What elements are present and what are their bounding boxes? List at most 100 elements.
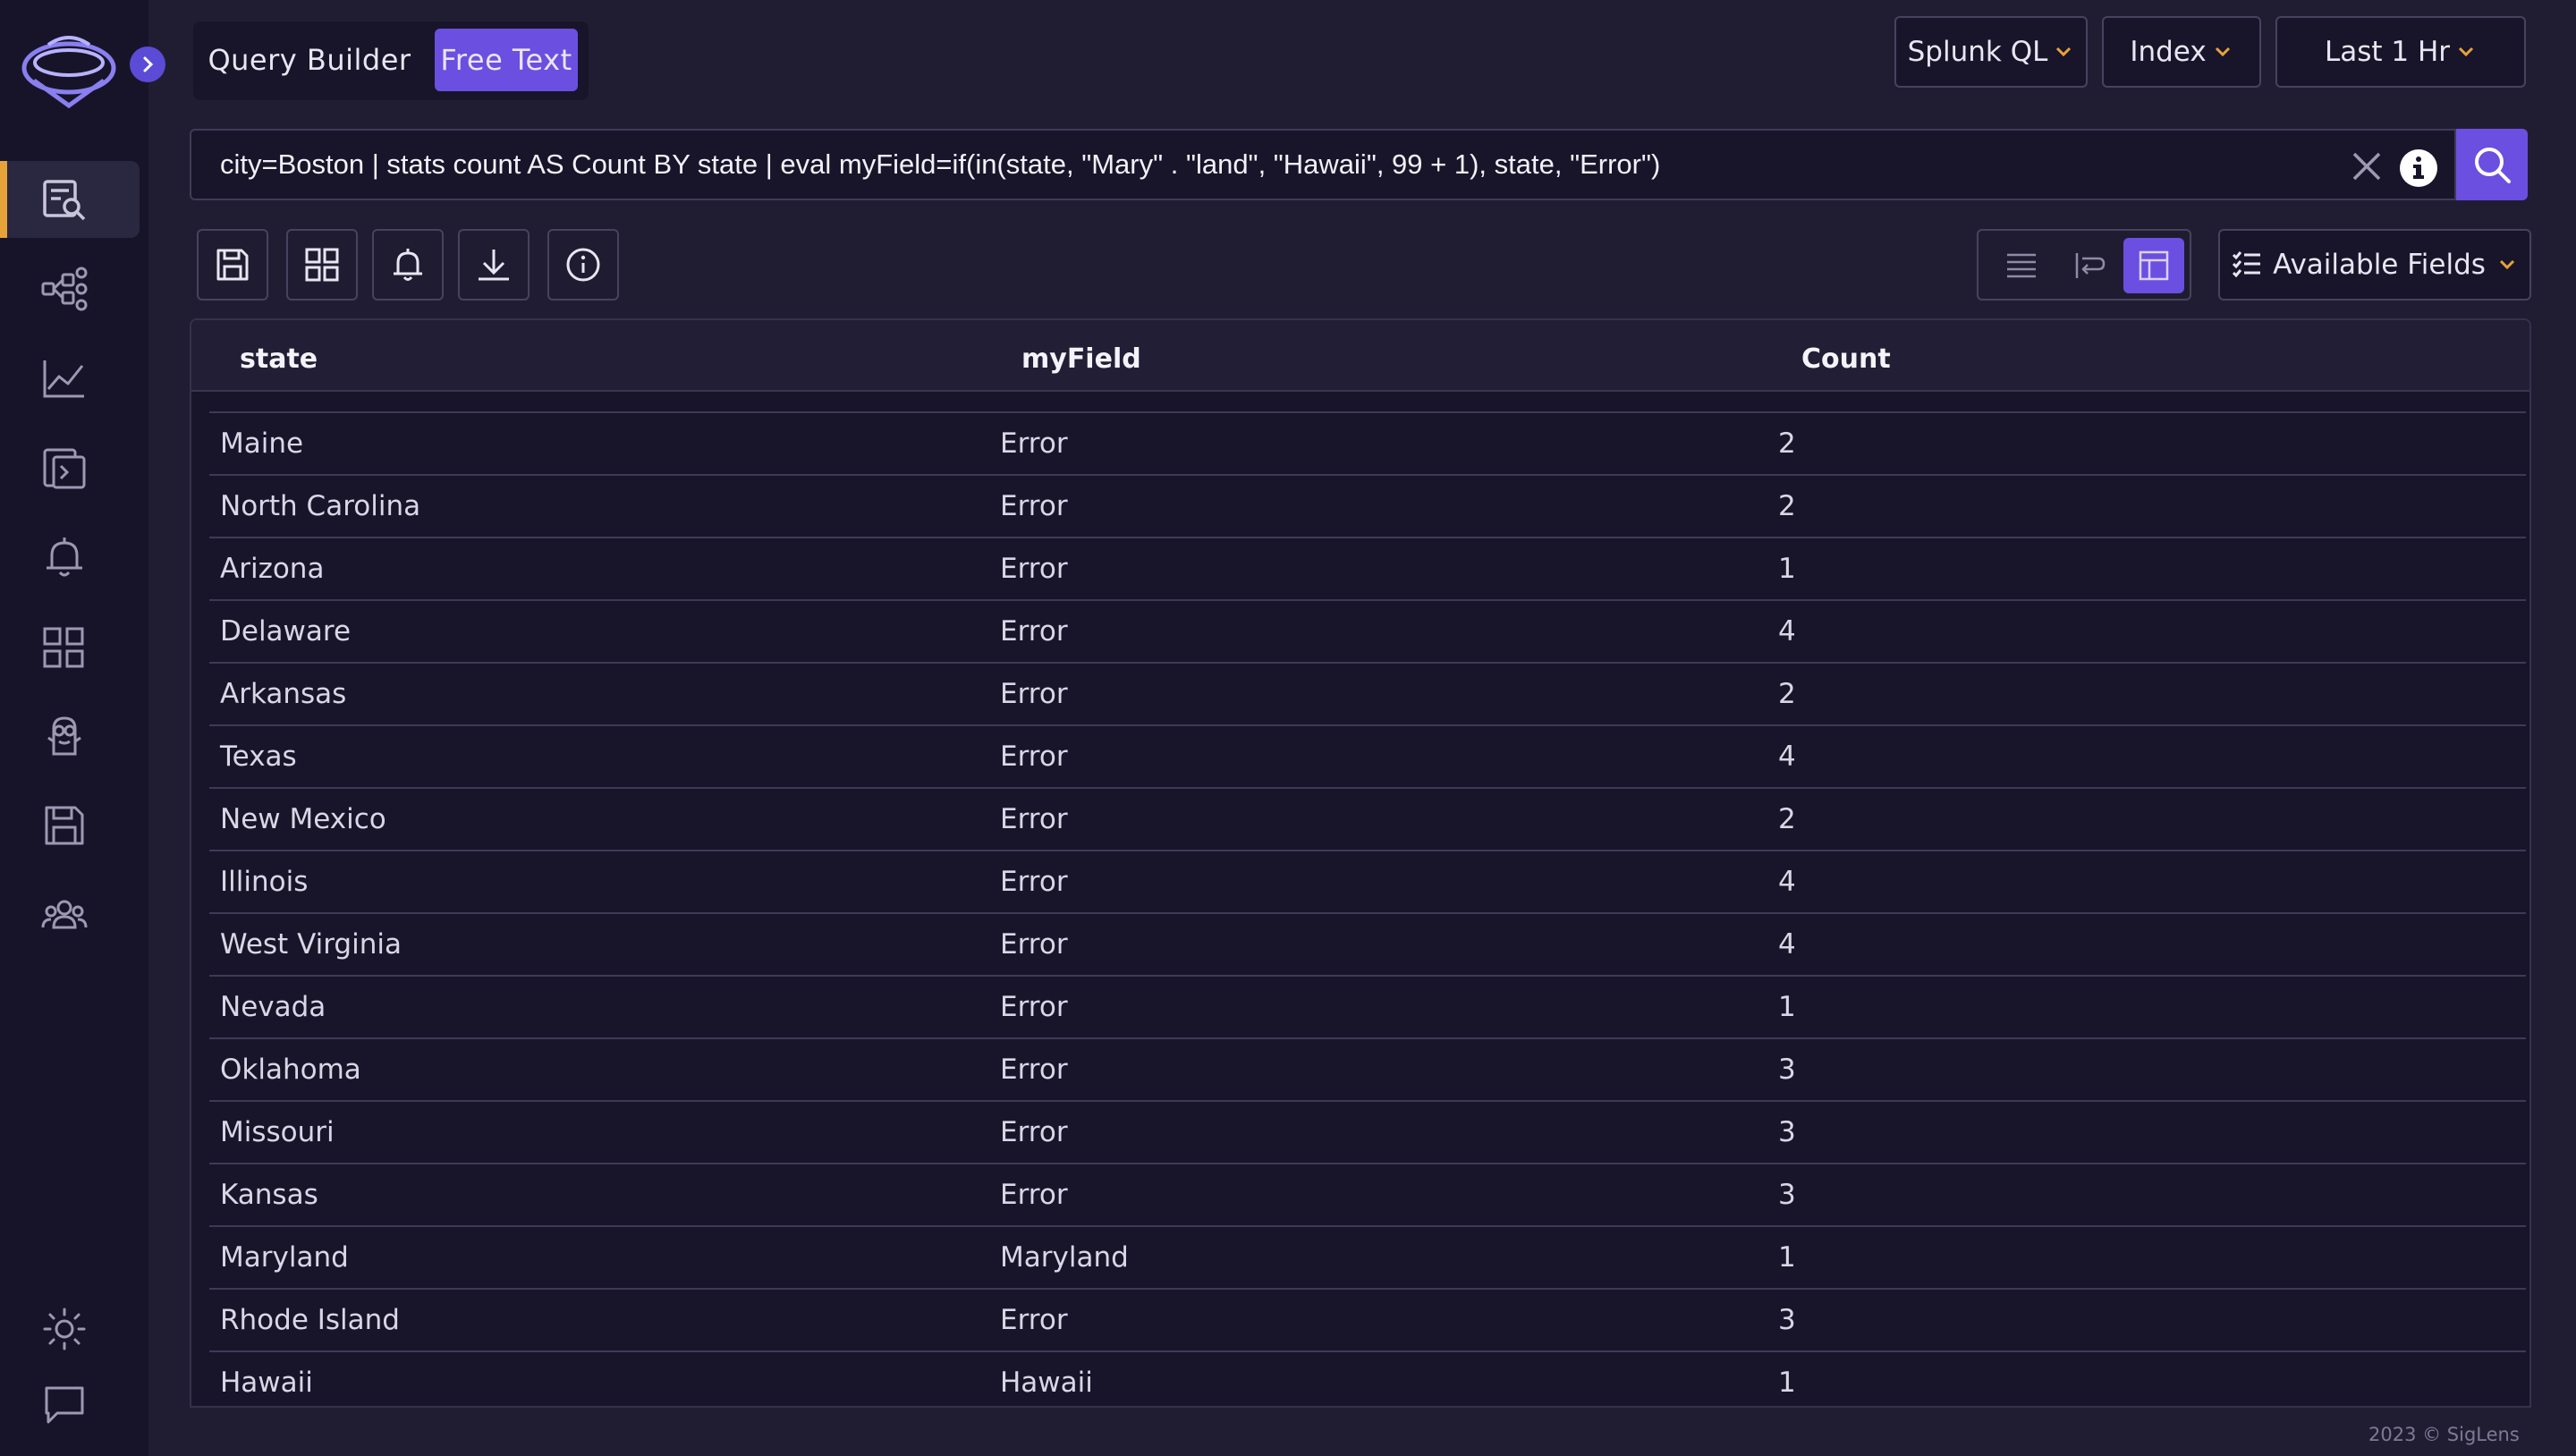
table-row[interactable]: North Carolina Error 2: [209, 474, 2526, 537]
chevron-down-icon: [2499, 259, 2514, 270]
cell-count: 1: [1778, 991, 1796, 1023]
terminal-file-icon: [43, 448, 86, 489]
cell-myfield: Error: [1000, 1304, 1068, 1336]
close-icon[interactable]: [2351, 150, 2383, 182]
cell-count: 2: [1778, 803, 1796, 835]
cell-state: Texas: [220, 741, 297, 773]
cell-state: Nevada: [220, 991, 326, 1023]
sun-theme-icon[interactable]: [39, 1304, 89, 1354]
column-header-myfield[interactable]: myField: [1021, 320, 1141, 392]
table-row[interactable]: Hawaii Hawaii 1: [209, 1350, 2526, 1406]
table-row[interactable]: New Mexico Error 2: [209, 787, 2526, 850]
query-search-box: [190, 129, 2456, 200]
index-dropdown[interactable]: Index: [2102, 16, 2261, 88]
sidebar-item-dashboards[interactable]: [0, 608, 140, 685]
cell-count: 1: [1778, 553, 1796, 585]
sidebar-item-saved-queries[interactable]: [0, 787, 140, 864]
cell-state: Kansas: [220, 1179, 318, 1211]
table-row[interactable]: Maine Error 2: [209, 411, 2526, 474]
service-graph-icon: [41, 267, 88, 311]
table-row[interactable]: Texas Error 4: [209, 724, 2526, 787]
add-to-dashboard-button[interactable]: [286, 229, 358, 301]
table-icon: [2139, 250, 2169, 281]
sidebar-expand-button[interactable]: [130, 47, 165, 82]
cell-state: Maryland: [220, 1241, 349, 1274]
sidebar-item-minion[interactable]: [0, 698, 140, 775]
cell-count: 3: [1778, 1179, 1796, 1211]
cell-myfield: Error: [1000, 803, 1068, 835]
cell-myfield: Error: [1000, 928, 1068, 961]
index-label: Index: [2130, 36, 2207, 68]
cell-myfield: Error: [1000, 741, 1068, 773]
cell-state: Maine: [220, 427, 304, 460]
table-view-button[interactable]: [2123, 238, 2184, 293]
search-button[interactable]: [2456, 129, 2528, 200]
query-info-button[interactable]: [547, 229, 619, 301]
table-row[interactable]: Missouri Error 3: [209, 1100, 2526, 1163]
free-text-tab[interactable]: Free Text: [435, 29, 578, 91]
cell-state: Illinois: [220, 866, 309, 898]
table-body: Maine Error 2 North Carolina Error 2 Arizona Er…: [209, 411, 2526, 1406]
wrap-line-view-button[interactable]: [2059, 238, 2120, 293]
download-button[interactable]: [458, 229, 530, 301]
view-mode-toggle: [1977, 229, 2191, 301]
query-input[interactable]: [191, 131, 2320, 199]
time-range-dropdown[interactable]: Last 1 Hr: [2275, 16, 2526, 88]
cell-count: 3: [1778, 1054, 1796, 1086]
info-icon[interactable]: [2399, 148, 2438, 188]
table-row[interactable]: Nevada Error 1: [209, 975, 2526, 1037]
saved-queries-icon: [45, 806, 84, 845]
sidebar-item-users[interactable]: [0, 876, 140, 953]
query-builder-tab[interactable]: Query Builder: [206, 29, 413, 91]
table-row[interactable]: West Virginia Error 4: [209, 912, 2526, 975]
cell-myfield: Error: [1000, 553, 1068, 585]
siglens-logo-icon[interactable]: [21, 29, 120, 111]
cell-state: New Mexico: [220, 803, 386, 835]
cell-count: 4: [1778, 615, 1796, 648]
cell-state: Missouri: [220, 1116, 335, 1148]
copyright-footer: 2023 © SigLens: [2368, 1424, 2520, 1445]
column-header-state[interactable]: state: [240, 320, 318, 392]
table-row[interactable]: Illinois Error 4: [209, 850, 2526, 912]
single-line-view-button[interactable]: [1991, 238, 2052, 293]
table-row[interactable]: Maryland Maryland 1: [209, 1225, 2526, 1288]
alerts-bell-icon: [47, 538, 82, 577]
table-row[interactable]: Rhode Island Error 3: [209, 1288, 2526, 1350]
available-fields-dropdown[interactable]: Available Fields: [2218, 229, 2531, 301]
cell-myfield: Maryland: [1000, 1241, 1129, 1274]
table-row[interactable]: Oklahoma Error 3: [209, 1037, 2526, 1100]
table-row[interactable]: Delaware Error 4: [209, 599, 2526, 662]
cell-count: 3: [1778, 1304, 1796, 1336]
cell-count: 4: [1778, 741, 1796, 773]
lines-icon: [2007, 253, 2036, 278]
query-language-dropdown[interactable]: Splunk QL: [1894, 16, 2088, 88]
cell-count: 2: [1778, 490, 1796, 522]
cell-myfield: Error: [1000, 991, 1068, 1023]
sidebar-item-tracing[interactable]: [0, 250, 140, 327]
table-row[interactable]: Kansas Error 3: [209, 1163, 2526, 1225]
sidebar-item-logs[interactable]: [0, 161, 140, 238]
table-row[interactable]: Arkansas Error 2: [209, 662, 2526, 724]
sidebar: [0, 0, 165, 1456]
cell-myfield: Error: [1000, 678, 1068, 710]
cell-state: Arkansas: [220, 678, 347, 710]
table-row[interactable]: Arizona Error 1: [209, 537, 2526, 599]
sidebar-item-live-tail[interactable]: [0, 429, 140, 506]
wrap-text-icon: [2075, 253, 2106, 278]
download-icon: [479, 250, 509, 281]
sidebar-item-alerts[interactable]: [0, 519, 140, 596]
cell-myfield: Error: [1000, 427, 1068, 460]
cell-count: 4: [1778, 866, 1796, 898]
create-alert-button[interactable]: [372, 229, 444, 301]
chevron-down-icon: [2458, 47, 2474, 57]
column-header-count[interactable]: Count: [1801, 320, 1891, 392]
chat-feedback-icon[interactable]: [39, 1379, 89, 1429]
cell-myfield: Error: [1000, 490, 1068, 522]
sidebar-item-metrics[interactable]: [0, 340, 140, 417]
app-root: Query Builder Free Text Splunk QL Index …: [0, 0, 2576, 1456]
cell-myfield: Error: [1000, 615, 1068, 648]
dashboards-grid-icon: [43, 627, 84, 668]
save-icon: [216, 249, 249, 281]
save-query-button[interactable]: [197, 229, 268, 301]
time-range-label: Last 1 Hr: [2324, 36, 2451, 68]
